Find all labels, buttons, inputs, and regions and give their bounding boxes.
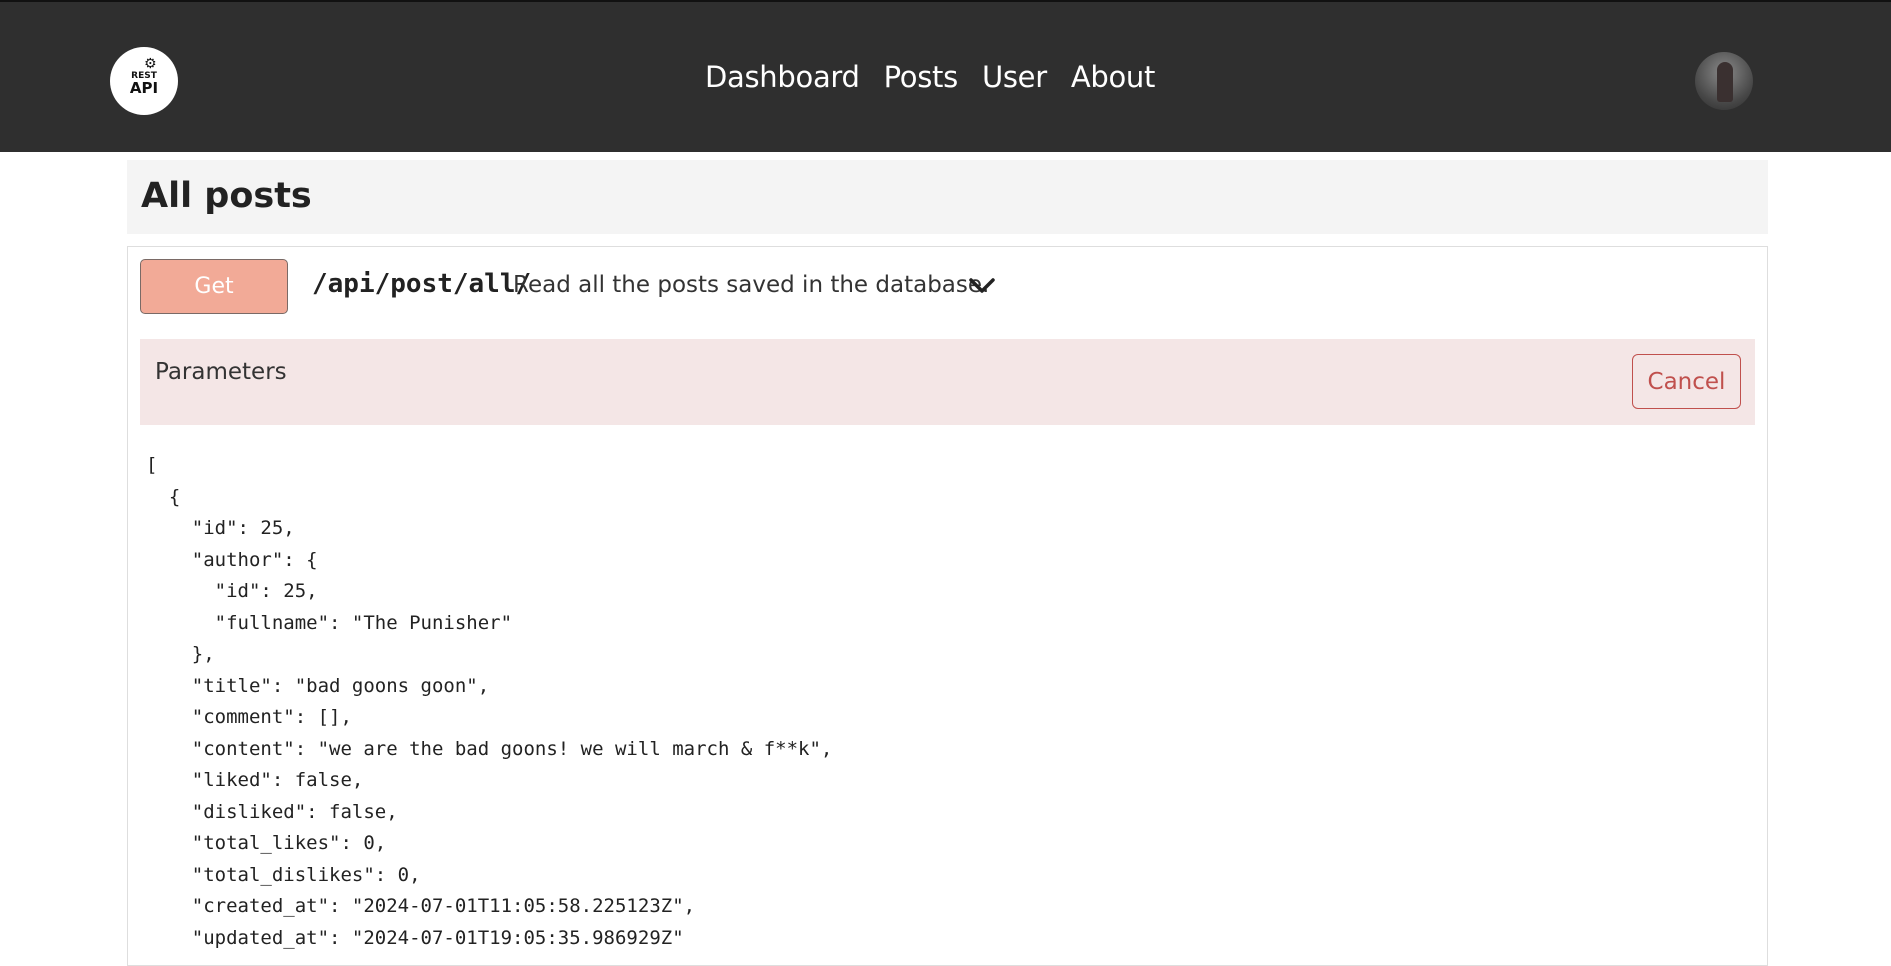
endpoint-path: /api/post/all/ [312, 269, 532, 299]
page-title: All posts [141, 176, 312, 216]
user-avatar[interactable] [1695, 52, 1753, 110]
get-method-button[interactable]: Get [140, 259, 288, 314]
nav-link-posts[interactable]: Posts [884, 60, 959, 94]
endpoint-description: Read all the posts saved in the database… [513, 272, 990, 298]
top-navbar: ⚙ REST API Dashboard Posts User About [0, 0, 1891, 152]
parameters-label: Parameters [155, 359, 287, 385]
avatar-figure [1717, 62, 1733, 102]
parameters-panel: Parameters Cancel [140, 339, 1755, 425]
page-header: All posts [127, 160, 1768, 234]
endpoint-card: Get /api/post/all/ Read all the posts sa… [127, 246, 1768, 966]
nav-link-user[interactable]: User [982, 60, 1047, 94]
cancel-button[interactable]: Cancel [1632, 354, 1741, 409]
nav-link-dashboard[interactable]: Dashboard [705, 60, 860, 94]
nav-links: Dashboard Posts User About [705, 60, 1155, 94]
nav-link-about[interactable]: About [1071, 60, 1156, 94]
logo-text-api: API [129, 79, 159, 97]
rest-api-logo[interactable]: ⚙ REST API [110, 47, 178, 115]
response-json: [ { "id": 25, "author": { "id": 25, "ful… [146, 454, 833, 949]
chevron-down-icon[interactable] [966, 271, 998, 301]
gear-icon: ⚙ [144, 56, 157, 72]
